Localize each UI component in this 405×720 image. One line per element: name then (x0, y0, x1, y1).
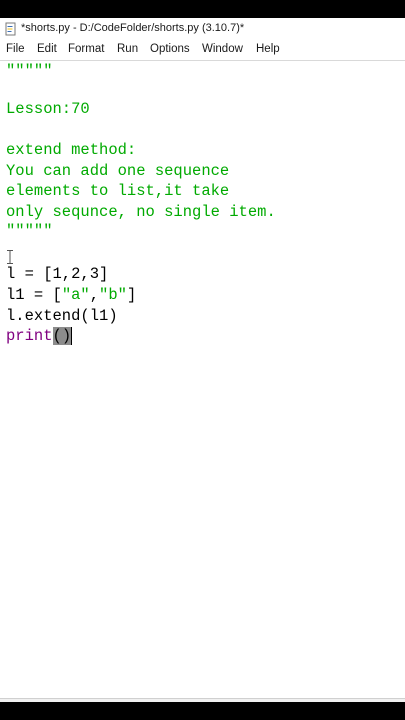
menu-options[interactable]: Options (150, 43, 190, 55)
text-caret (71, 326, 73, 345)
menu-window[interactable]: Window (202, 43, 243, 55)
code-token: ] (126, 286, 137, 304)
string-token: "a" (61, 286, 90, 304)
code-line: l = [1,2,3] (6, 265, 109, 283)
code-editor[interactable]: """"" Lesson:70 extend method: You can a… (0, 61, 405, 698)
menu-run[interactable]: Run (117, 43, 138, 55)
idle-editor-window: *shorts.py - D:/CodeFolder/shorts.py (3.… (0, 18, 405, 703)
python-file-icon (5, 22, 16, 36)
code-line: """"" (6, 222, 53, 240)
code-token: l1 = [ (6, 286, 62, 304)
menu-format[interactable]: Format (68, 43, 104, 55)
code-line: extend method: (6, 141, 137, 159)
code-line: only sequnce, no single item. (6, 203, 276, 221)
menu-edit[interactable]: Edit (37, 43, 57, 55)
code-line: """"" (6, 62, 53, 80)
menu-help[interactable]: Help (256, 43, 280, 55)
builtin-token: print (6, 327, 53, 345)
code-line: print() (6, 326, 73, 346)
window-title: *shorts.py - D:/CodeFolder/shorts.py (3.… (21, 22, 245, 34)
string-token: "b" (99, 286, 127, 304)
menu-bar: File Edit Format Run Options Window Help (0, 40, 405, 61)
menu-file[interactable]: File (6, 43, 25, 55)
mouse-ibeam-cursor-icon (7, 250, 13, 264)
code-line: elements to list,it take (6, 182, 230, 200)
code-line: l.extend(l1) (6, 307, 118, 325)
title-bar: *shorts.py - D:/CodeFolder/shorts.py (3.… (0, 18, 405, 40)
code-token: , (89, 286, 100, 304)
code-line: l1 = ["a","b"] (6, 285, 136, 305)
top-black-bar (0, 0, 405, 18)
code-line: Lesson:70 (6, 100, 90, 118)
code-line: You can add one sequence (6, 162, 230, 180)
bottom-black-bar (0, 702, 405, 720)
matched-parens: () (52, 327, 72, 345)
